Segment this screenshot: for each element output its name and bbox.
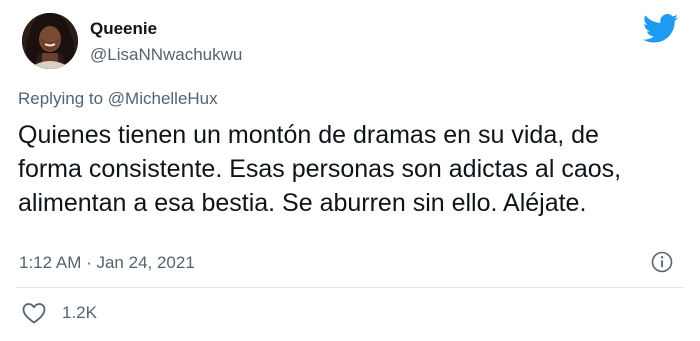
heart-icon[interactable] — [21, 301, 47, 325]
reply-mention-link[interactable]: @MichelleHux — [108, 89, 218, 108]
twitter-bird-icon[interactable] — [643, 14, 679, 44]
tweet-text-line: Quienes tienen un montón de dramas en su… — [18, 121, 599, 149]
user-handle[interactable]: @LisaNNwachukwu — [90, 45, 242, 65]
tweet-text-line: alimentan a esa bestia. Se aburren sin e… — [18, 189, 587, 217]
avatar[interactable] — [22, 13, 78, 69]
tweet-card: Queenie @LisaNNwachukwu Replying to @Mic… — [0, 0, 700, 341]
like-count: 1.2K — [62, 303, 97, 322]
tweet-text: Quienes tienen un montón de dramas en su… — [18, 118, 686, 220]
tweet-timestamp[interactable]: 1:12 AM · Jan 24, 2021 — [19, 253, 195, 273]
avatar-image — [22, 13, 78, 69]
replying-to-label: Replying to — [18, 89, 104, 108]
divider — [16, 287, 684, 288]
replying-to: Replying to @MichelleHux — [18, 89, 218, 109]
info-icon[interactable] — [650, 250, 674, 274]
tweet-text-line: forma consistente. Esas personas son adi… — [18, 155, 622, 183]
display-name[interactable]: Queenie — [90, 19, 157, 39]
